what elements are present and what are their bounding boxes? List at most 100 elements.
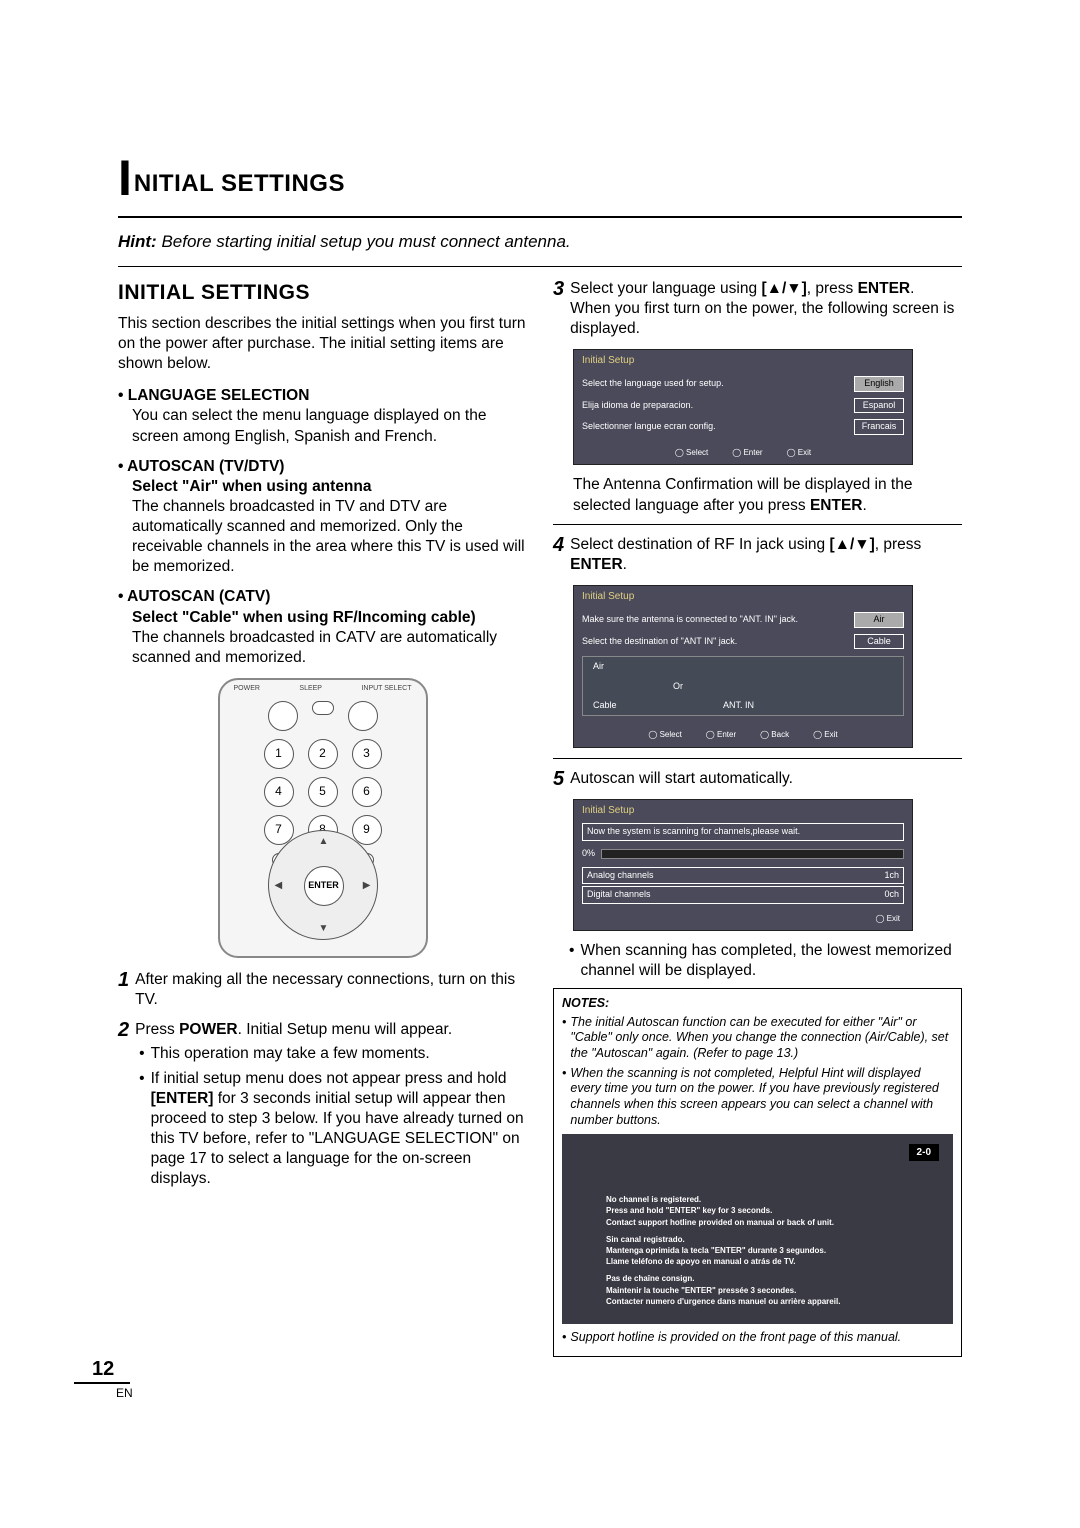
foot-select: Select [648, 730, 681, 740]
step-body: Select your language using [▲/▼], press … [570, 279, 962, 339]
bullet-head: • AUTOSCAN (CATV) [118, 587, 527, 607]
step-3: 3 Select your language using [▲/▼], pres… [553, 279, 962, 339]
step-body: Select destination of RF In jack using [… [570, 535, 962, 575]
divider [553, 524, 962, 525]
option-francais: Francais [854, 419, 904, 435]
scan-percent: 0% [582, 848, 595, 860]
step-body: Autoscan will start automatically. [570, 769, 962, 789]
sub-bullet: This operation may take a few moments. [139, 1044, 527, 1064]
bullet-head: • AUTOSCAN (TV/DTV) [118, 457, 527, 477]
foot-enter: Enter [732, 448, 762, 458]
step-5-after: When scanning has completed, the lowest … [569, 941, 962, 981]
option-english: English [854, 376, 904, 392]
key-3: 3 [352, 739, 382, 769]
bullet-body: The channels broadcasted in CATV are aut… [118, 628, 527, 668]
intro-paragraph: This section describes the initial setti… [118, 314, 527, 374]
step-number: 5 [553, 769, 564, 789]
up-arrow-icon: ▲ [319, 835, 329, 848]
bullet-autoscan-tv: • AUTOSCAN (TV/DTV) Select "Air" when us… [118, 457, 527, 578]
notes-box: NOTES: The initial Autoscan function can… [553, 988, 962, 1357]
hint-rule [118, 266, 962, 267]
option-cable: Cable [854, 634, 904, 650]
option-espanol: Espanol [854, 398, 904, 414]
down-arrow-icon: ▼ [319, 922, 329, 935]
note-3: Support hotline is provided on the front… [562, 1330, 953, 1346]
digital-count: 0ch [884, 889, 899, 901]
sub-bullet: If initial setup menu does not appear pr… [139, 1069, 527, 1190]
screen-title: Initial Setup [574, 800, 912, 821]
foot-exit: Exit [787, 448, 812, 458]
label-power: POWER [234, 684, 260, 693]
sleep-button-icon [312, 701, 334, 715]
section-header: I NITIAL SETTINGS [118, 160, 962, 198]
note-1: The initial Autoscan function can be exe… [562, 1015, 953, 1062]
step-5: 5 Autoscan will start automatically. [553, 769, 962, 789]
screen-title: Initial Setup [574, 586, 912, 607]
autoscan-screen: Initial Setup Now the system is scanning… [573, 799, 913, 931]
key-5: 5 [308, 777, 338, 807]
hint-line: Hint: Before starting initial setup you … [118, 232, 962, 252]
step-number: 3 [553, 279, 564, 339]
subsection-title: INITIAL SETTINGS [118, 279, 527, 306]
step-body: Press POWER. Initial Setup menu will app… [135, 1020, 527, 1193]
key-4: 4 [264, 777, 294, 807]
note-2: When the scanning is not completed, Help… [562, 1066, 953, 1129]
enter-button-icon: ENTER [304, 866, 344, 906]
input-button-icon [348, 701, 378, 731]
header-rule [118, 216, 962, 218]
header-drop-cap: I [118, 160, 132, 198]
bullet-subhead: Select "Air" when using antenna [118, 477, 527, 497]
divider [553, 758, 962, 759]
hint-text: Before starting initial setup you must c… [157, 232, 571, 251]
progress-bar [601, 849, 904, 859]
bullet-body: You can select the menu language display… [118, 406, 527, 446]
notes-title: NOTES: [562, 995, 953, 1011]
bullet-head: • LANGUAGE SELECTION [118, 386, 527, 406]
right-column: 3 Select your language using [▲/▼], pres… [553, 279, 962, 1357]
foot-exit: Exit [875, 914, 900, 924]
step-3-after: The Antenna Confirmation will be display… [553, 475, 962, 515]
option-air: Air [854, 612, 904, 628]
left-column: INITIAL SETTINGS This section describes … [118, 279, 527, 1357]
remote-illustration: POWER SLEEP INPUT SELECT 123 456 789 0 ▲… [218, 678, 428, 958]
foot-exit: Exit [813, 730, 838, 740]
analog-count: 1ch [884, 870, 899, 882]
scan-message: Now the system is scanning for channels,… [582, 823, 904, 841]
screen-title: Initial Setup [574, 350, 912, 371]
bullet-language: • LANGUAGE SELECTION You can select the … [118, 386, 527, 446]
bullet-subhead: Select "Cable" when using RF/Incoming ca… [118, 608, 527, 628]
key-2: 2 [308, 739, 338, 769]
step-number: 2 [118, 1020, 129, 1193]
connection-diagram: Air Cable Or ANT. IN [582, 656, 904, 716]
page-number: 12 [92, 1358, 114, 1381]
step-1: 1 After making all the necessary connect… [118, 970, 527, 1010]
foot-back: Back [760, 730, 789, 740]
hint-label: Hint: [118, 232, 157, 251]
step-body: After making all the necessary connectio… [135, 970, 527, 1010]
key-1: 1 [264, 739, 294, 769]
foot-enter: Enter [706, 730, 736, 740]
page-content: I NITIAL SETTINGS Hint: Before starting … [118, 160, 962, 1357]
key-6: 6 [352, 777, 382, 807]
step-3-note: When you first turn on the power, the fo… [570, 299, 962, 339]
hint-screen: 2-0 No channel is registered.Press and h… [562, 1134, 953, 1324]
bullet-autoscan-catv: • AUTOSCAN (CATV) Select "Cable" when us… [118, 587, 527, 668]
label-input: INPUT SELECT [361, 684, 411, 693]
step-number: 1 [118, 970, 129, 1010]
step-4: 4 Select destination of RF In jack using… [553, 535, 962, 575]
bullet-body: The channels broadcasted in TV and DTV a… [118, 497, 527, 578]
page-number-rule [74, 1382, 130, 1384]
left-arrow-icon: ◀ [275, 879, 283, 892]
channel-badge: 2-0 [909, 1144, 939, 1161]
right-arrow-icon: ▶ [363, 879, 371, 892]
power-button-icon [268, 701, 298, 731]
step-number: 4 [553, 535, 564, 575]
antenna-screen: Initial Setup Make sure the antenna is c… [573, 585, 913, 748]
nav-cluster: ▲ ▼ ◀ ▶ ENTER [268, 830, 378, 940]
header-text: NITIAL SETTINGS [134, 170, 345, 198]
label-sleep: SLEEP [299, 684, 322, 693]
step-2: 2 Press POWER. Initial Setup menu will a… [118, 1020, 527, 1193]
page-language: EN [116, 1386, 133, 1400]
foot-select: Select [675, 448, 708, 458]
language-screen: Initial Setup Select the language used f… [573, 349, 913, 465]
